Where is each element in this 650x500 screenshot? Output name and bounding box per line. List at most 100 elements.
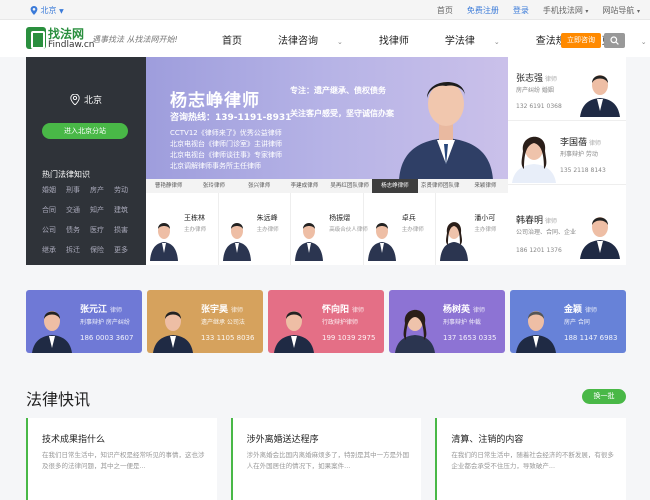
tab-lawyer[interactable]: 来颖律师 bbox=[463, 179, 508, 193]
top-bar: 北京 ▼ 首页 免费注册 登录 手机找法网 ▾ 网站导航 ▾ bbox=[0, 0, 650, 20]
featured-lawyer-card[interactable]: 张志强 律师 房产纠纷 婚姻 132 6191 0368 bbox=[508, 57, 626, 121]
team-lawyer-card[interactable]: 潘小可 主办律师 bbox=[436, 193, 508, 265]
lawyer-name: 杨振熠 bbox=[329, 214, 351, 222]
hot-item[interactable]: 刑事 bbox=[66, 185, 90, 195]
lawyer-tag: 律师 bbox=[545, 218, 558, 225]
hot-item[interactable]: 劳动 bbox=[114, 185, 138, 195]
lawyer-card[interactable]: 杨树英 律师 刑事辩护 仲裁 137 1653 0335 bbox=[389, 290, 505, 353]
hot-item-more[interactable]: 更多 bbox=[114, 245, 138, 255]
top-link-sitemap[interactable]: 网站导航 ▾ bbox=[602, 5, 640, 16]
avatar bbox=[153, 311, 193, 353]
tab-lawyer[interactable]: 京贤律师团队律 bbox=[418, 179, 463, 193]
tab-lawyer-active[interactable]: 杨志峥律师 bbox=[372, 179, 418, 193]
tab-lawyer[interactable]: 张玲律师 bbox=[191, 179, 236, 193]
lawyer-role: 主办律师 bbox=[401, 227, 424, 233]
lawyer-role: 主办律师 bbox=[474, 227, 497, 233]
lawyer-name: 潘小可 bbox=[474, 214, 496, 222]
hot-item[interactable]: 债务 bbox=[66, 225, 90, 235]
chevron-down-icon: ⌄ bbox=[640, 38, 647, 46]
lawyer-phone: 199 1039 2975 bbox=[322, 334, 376, 342]
city-label: 北京 bbox=[40, 6, 57, 15]
lawyer-tag: 律师 bbox=[585, 307, 598, 314]
hot-knowledge-title: 热门法律知识 bbox=[42, 170, 90, 179]
hot-item[interactable]: 交通 bbox=[66, 205, 90, 215]
enter-branch-button[interactable]: 进入北京分站 bbox=[42, 123, 128, 139]
nav-item-learn-law[interactable]: 学法律 ⌄ bbox=[445, 32, 518, 47]
lawyer-tag: 律师 bbox=[589, 140, 602, 147]
top-link-register[interactable]: 免费注册 bbox=[467, 5, 499, 16]
tab-lawyer[interactable]: 张兴律师 bbox=[237, 179, 282, 193]
avatar bbox=[516, 311, 556, 353]
lawyer-name: 张元江 bbox=[80, 305, 108, 315]
avatar bbox=[222, 223, 251, 261]
featured-lawyer-card[interactable]: 韩春明 律师 公司治理、合同、企业 186 1201 1376 bbox=[508, 185, 626, 265]
news-headline: 涉外离婚送达程序 bbox=[246, 435, 319, 445]
news-headline: 技术成果指什么 bbox=[42, 435, 106, 445]
lawyer-specialty: 刑事辩护 仲裁 bbox=[443, 319, 481, 326]
team-lawyers-row: 王栋林 主办律师 朱远峰 主办律师 杨振熠 高级合伙人律师 卓兵 主办律师 潘小… bbox=[146, 193, 508, 265]
hot-item[interactable]: 知产 bbox=[90, 205, 114, 215]
hot-item[interactable]: 继承 bbox=[42, 245, 66, 255]
news-card[interactable]: 清算、注销的内容 在我们的日常生活中，随着社会经济的不断发展，有很多企业都会承受… bbox=[435, 418, 627, 500]
nav-item-find-lawyer[interactable]: 找律师 bbox=[379, 32, 427, 47]
news-card[interactable]: 涉外离婚送达程序 涉外离婚会比国内离婚麻烦多了，特别是其中一方是外国人在外国居住… bbox=[230, 418, 422, 500]
banner-focus: 专注：遗产继承、债权债务 bbox=[290, 86, 386, 95]
city-selector[interactable]: 北京 ▼ bbox=[30, 5, 64, 16]
lawyer-specialty: 公司治理、合同、企业 bbox=[516, 229, 577, 236]
top-link-home[interactable]: 首页 bbox=[437, 5, 453, 16]
lawyer-name: 张宇昊 bbox=[201, 305, 229, 315]
lawyer-card[interactable]: 金颖 律师 房产 合同 188 1147 6983 bbox=[510, 290, 626, 353]
nav-item-consult[interactable]: 法律咨询 ⌄ bbox=[278, 32, 361, 47]
hot-item[interactable]: 拆迁 bbox=[66, 245, 90, 255]
hot-item[interactable]: 医疗 bbox=[90, 225, 114, 235]
team-lawyer-card[interactable]: 王栋林 主办律师 bbox=[146, 193, 219, 265]
chevron-down-icon: ▾ bbox=[636, 8, 640, 15]
lawyer-name: 杨树英 bbox=[443, 305, 471, 315]
tab-lawyer[interactable]: 曹艳静律师 bbox=[146, 179, 191, 193]
hot-item[interactable]: 婚姻 bbox=[42, 185, 66, 195]
top-link-mobile[interactable]: 手机找法网 ▾ bbox=[543, 5, 589, 16]
lawyer-tag: 律师 bbox=[231, 307, 244, 314]
lawyer-card[interactable]: 张元江 律师 刑事辩护 房产纠纷 186 0003 3607 bbox=[26, 290, 142, 353]
hot-item[interactable]: 公司 bbox=[42, 225, 66, 235]
avatar bbox=[295, 223, 324, 261]
banner-credentials: CCTV12《律师来了》优秀公益律师 北京电视台《律师门诊室》主讲律师 北京电视… bbox=[170, 128, 282, 172]
lawyer-phone: 135 2118 8143 bbox=[560, 167, 606, 174]
news-headline: 清算、注销的内容 bbox=[451, 435, 524, 445]
news-section-title: 法律快讯 bbox=[26, 390, 91, 409]
lawyer-specialty: 刑事辩护 劳动 bbox=[560, 151, 598, 158]
hot-item[interactable]: 损害 bbox=[114, 225, 138, 235]
avatar bbox=[440, 222, 469, 261]
site-logo[interactable]: 找法网 Findlaw.cn bbox=[26, 25, 95, 53]
tab-lawyer[interactable]: 吴再红团队律师 bbox=[327, 179, 372, 193]
lawyer-tag: 律师 bbox=[473, 307, 486, 314]
lawyer-card[interactable]: 怀向阳 律师 行政辩护律师 199 1039 2975 bbox=[268, 290, 384, 353]
hot-item[interactable]: 房产 bbox=[90, 185, 114, 195]
lawyer-name: 朱远峰 bbox=[256, 214, 278, 222]
lawyer-name: 怀向阳 bbox=[322, 305, 350, 315]
credential-line: 北京电视台《律师门诊室》主讲律师 bbox=[170, 140, 282, 148]
top-link-login[interactable]: 登录 bbox=[513, 5, 529, 16]
avatar bbox=[150, 223, 178, 261]
refresh-news-button[interactable]: 换一批 bbox=[582, 389, 626, 404]
banner-lawyer-name: 杨志峥律师 bbox=[170, 91, 260, 111]
news-card[interactable]: 技术成果指什么 在我们日常生活中，知识产权是经常听见的事情，这也涉及很多的法律问… bbox=[26, 418, 217, 500]
nav-item-home[interactable]: 首页 bbox=[222, 32, 260, 47]
panel-city: 北京 bbox=[26, 93, 146, 106]
hot-item[interactable]: 保险 bbox=[90, 245, 114, 255]
hot-item[interactable]: 建筑 bbox=[114, 205, 138, 215]
consult-now-button[interactable]: 立即咨询 bbox=[561, 33, 601, 48]
team-lawyer-card[interactable]: 朱远峰 主办律师 bbox=[219, 193, 292, 265]
lawyer-specialty: 房产 合同 bbox=[564, 319, 590, 326]
featured-lawyer-card[interactable]: 李国蓓 律师 刑事辩护 劳动 135 2118 8143 bbox=[508, 121, 626, 185]
team-lawyer-card[interactable]: 杨振熠 高级合伙人律师 bbox=[291, 193, 368, 265]
chevron-down-icon: ⌄ bbox=[493, 38, 500, 46]
chevron-down-icon: ▼ bbox=[59, 8, 64, 15]
team-lawyer-card[interactable]: 卓兵 主办律师 bbox=[364, 193, 437, 265]
news-summary: 在我们的日常生活中，随着社会经济的不断发展，有很多企业都会承受不住压力，导致破产… bbox=[451, 451, 614, 470]
hot-item[interactable]: 合同 bbox=[42, 205, 66, 215]
lawyer-phone: 186 1201 1376 bbox=[516, 247, 562, 254]
lawyer-card[interactable]: 张宇昊 律师 遗产继承 公司法 133 1105 8036 bbox=[147, 290, 263, 353]
tab-lawyer[interactable]: 李建成律师 bbox=[282, 179, 327, 193]
search-button[interactable] bbox=[604, 33, 625, 48]
